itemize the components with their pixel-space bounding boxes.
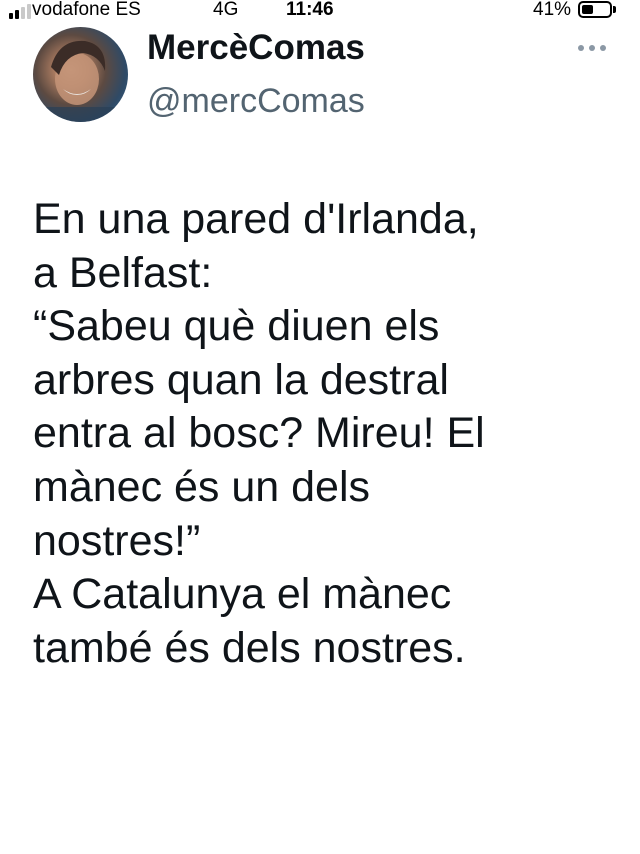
tweet-text: En una pared d'Irlanda, a Belfast: “Sabe…: [33, 193, 633, 675]
tweet-text-line: mànec és un dels: [33, 462, 371, 511]
tweet-text-line: “Sabeu què diuen els: [33, 302, 440, 351]
tweet-text-line: nostres!”: [33, 516, 201, 565]
author-handle[interactable]: @mercComas: [147, 82, 365, 121]
tweet-text-line: entra al bosc? Mireu! El: [33, 409, 485, 458]
tweet-text-line: a Belfast:: [33, 248, 213, 297]
more-horizontal-icon-dot: [600, 45, 606, 51]
avatar[interactable]: [33, 27, 128, 122]
battery-fill: [582, 5, 593, 14]
network-type: 4G: [213, 0, 239, 20]
author-display-name[interactable]: MercèComas: [147, 28, 365, 68]
status-time: 11:46: [286, 0, 334, 20]
signal-strength-icon: [9, 4, 31, 19]
battery-icon: [578, 1, 612, 18]
tweet-text-line: arbres quan la destral: [33, 355, 449, 404]
tweet-text-line: A Catalunya el mànec: [33, 570, 452, 619]
carrier-name: vodafone ES: [32, 0, 141, 20]
more-horizontal-icon-dot: [589, 45, 595, 51]
more-horizontal-icon: [578, 45, 584, 51]
tweet-text-line: també és dels nostres.: [33, 623, 466, 672]
battery-tip: [613, 6, 616, 13]
battery-percentage: 41%: [533, 0, 572, 20]
status-bar: vodafone ES 4G 11:46 41%: [0, 0, 640, 24]
avatar-photo: [33, 40, 128, 122]
tweet-text-line: En una pared d'Irlanda,: [33, 195, 479, 243]
more-options-button[interactable]: [572, 36, 612, 60]
